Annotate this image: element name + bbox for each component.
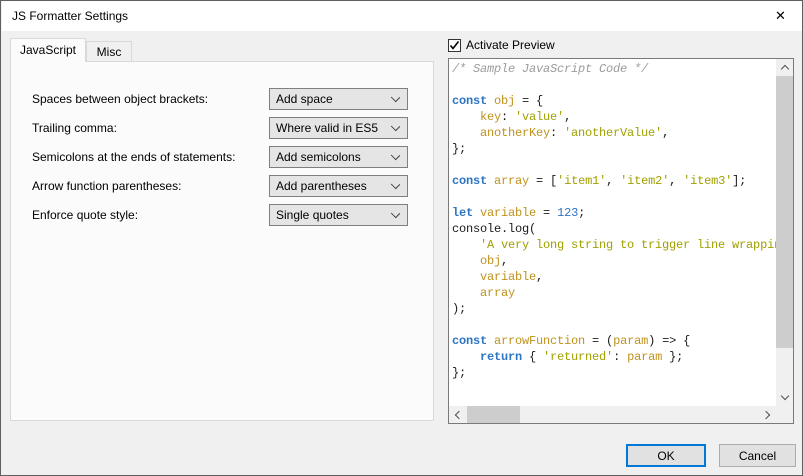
code-line: array: [452, 285, 776, 301]
setting-dropdown[interactable]: Single quotes: [269, 204, 408, 226]
chevron-down-icon: [780, 392, 788, 400]
chevron-down-icon: [391, 209, 400, 218]
code-line: [452, 77, 776, 93]
code-line: [452, 189, 776, 205]
setting-dropdown[interactable]: Add semicolons: [269, 146, 408, 168]
chevron-down-icon: [391, 180, 400, 189]
close-icon: ✕: [775, 8, 786, 24]
setting-row: Semicolons at the ends of statements: Add…: [11, 146, 435, 168]
code-line: console.log(: [452, 221, 776, 237]
horizontal-scrollbar-thumb[interactable]: [467, 406, 520, 423]
setting-row: Spaces between object brackets: Add space: [11, 88, 435, 110]
code-line: anotherKey: 'anotherValue',: [452, 125, 776, 141]
setting-row: Arrow function parentheses: Add parenthes…: [11, 175, 435, 197]
setting-row: Trailing comma: Where valid in ES5: [11, 117, 435, 139]
tab-javascript[interactable]: JavaScript: [10, 38, 86, 62]
setting-dropdown[interactable]: Add space: [269, 88, 408, 110]
chevron-left-icon: [455, 410, 463, 418]
cancel-button[interactable]: Cancel: [719, 444, 796, 467]
chevron-down-icon: [391, 93, 400, 102]
scroll-left-button[interactable]: [449, 406, 466, 423]
setting-row: Enforce quote style: Single quotes: [11, 204, 435, 226]
close-button[interactable]: ✕: [758, 1, 803, 31]
scroll-down-button[interactable]: [776, 389, 793, 406]
code-line: const obj = {: [452, 93, 776, 109]
window-title: JS Formatter Settings: [12, 1, 128, 31]
chevron-down-icon: [391, 151, 400, 160]
title-bar: JS Formatter Settings ✕: [2, 1, 803, 31]
setting-label: Arrow function parentheses:: [32, 175, 181, 197]
setting-label: Semicolons at the ends of statements:: [32, 146, 235, 168]
checkmark-icon: [449, 40, 460, 51]
scrollbar-corner: [776, 406, 793, 423]
setting-label: Enforce quote style:: [32, 204, 138, 226]
ok-button[interactable]: OK: [626, 444, 706, 467]
setting-dropdown[interactable]: Add parentheses: [269, 175, 408, 197]
code-line: );: [452, 301, 776, 317]
setting-label: Trailing comma:: [32, 117, 117, 139]
checkbox-label: Activate Preview: [466, 38, 555, 52]
code-line: 'A very long string to trigger line wrap…: [452, 237, 776, 253]
tab-misc[interactable]: Misc: [86, 41, 132, 62]
activate-preview-checkbox[interactable]: Activate Preview: [448, 37, 555, 53]
chevron-right-icon: [762, 410, 770, 418]
setting-dropdown[interactable]: Where valid in ES5: [269, 117, 408, 139]
chevron-up-icon: [780, 65, 788, 73]
setting-label: Spaces between object brackets:: [32, 88, 208, 110]
code-line: /* Sample JavaScript Code */: [452, 61, 776, 77]
dialog-window: JS Formatter Settings ✕ JavaScript Misc …: [0, 0, 803, 476]
scroll-right-button[interactable]: [759, 406, 776, 423]
checkbox-box: [448, 39, 461, 52]
code-preview: /* Sample JavaScript Code */ const obj =…: [452, 61, 776, 406]
vertical-scrollbar-thumb[interactable]: [776, 76, 793, 348]
code-line: key: 'value',: [452, 109, 776, 125]
code-line: variable,: [452, 269, 776, 285]
tab-page-javascript: Spaces between object brackets: Add space…: [10, 61, 434, 421]
preview-panel: /* Sample JavaScript Code */ const obj =…: [448, 58, 794, 424]
code-line: const array = ['item1', 'item2', 'item3'…: [452, 173, 776, 189]
code-line: [452, 157, 776, 173]
code-line: obj,: [452, 253, 776, 269]
code-line: return { 'returned': param };: [452, 349, 776, 365]
vertical-scrollbar[interactable]: [776, 59, 793, 406]
code-line: let variable = 123;: [452, 205, 776, 221]
code-line: [452, 317, 776, 333]
horizontal-scrollbar[interactable]: [449, 406, 776, 423]
chevron-down-icon: [391, 122, 400, 131]
code-line: const arrowFunction = (param) => {: [452, 333, 776, 349]
code-line: };: [452, 365, 776, 381]
code-line: };: [452, 141, 776, 157]
scroll-up-button[interactable]: [776, 59, 793, 76]
